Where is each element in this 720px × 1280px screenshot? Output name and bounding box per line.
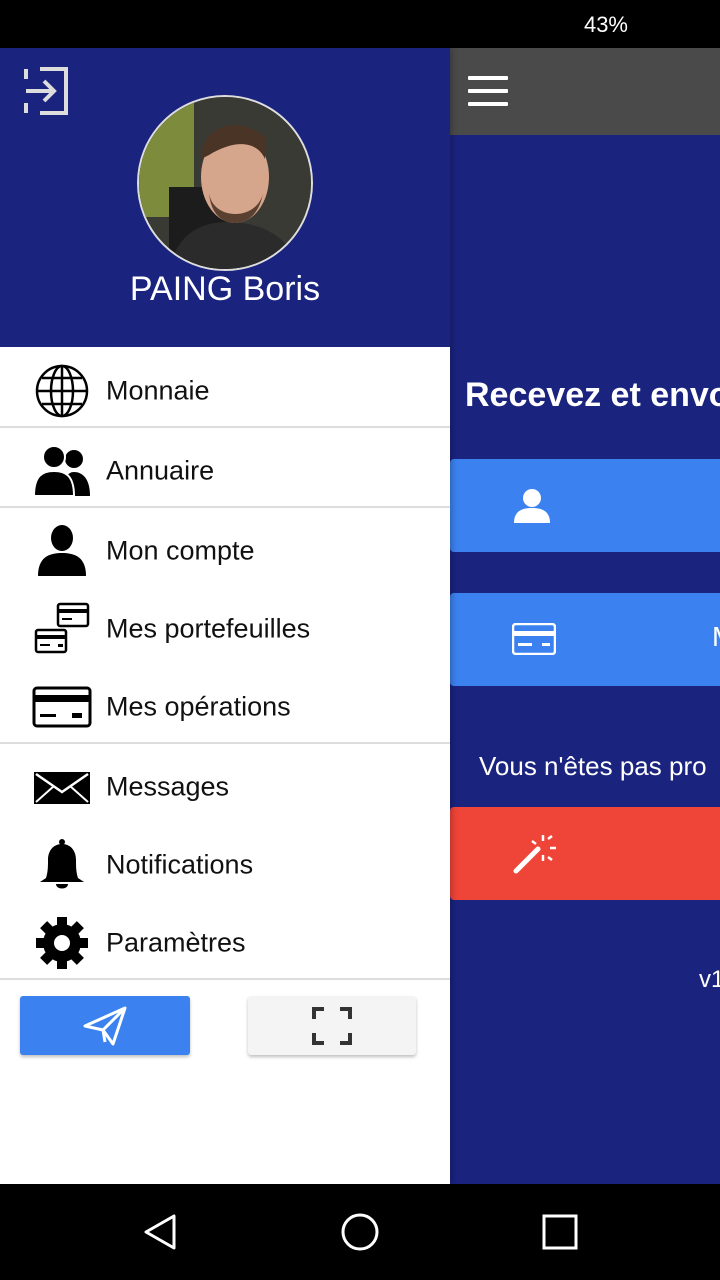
user-icon [514,489,550,523]
drawer-header: PAING Boris [0,48,450,347]
back-icon[interactable] [140,1212,180,1252]
system-navigation-bar [0,1184,720,1280]
become-pro-button[interactable] [450,807,720,900]
send-icon [83,1006,127,1045]
gear-icon [36,917,88,969]
menu-item-annuaire[interactable]: Annuaire [0,432,450,510]
hamburger-menu-icon[interactable] [468,76,508,106]
globe-icon [35,364,89,418]
account-action-button[interactable] [450,459,720,552]
battery-level: 43% [583,12,628,37]
navigation-drawer: PAING Boris Monnaie Annuaire Mon compte [0,48,450,1184]
main-content: Recevez et envo M Vous n'êtes pas pro v1 [450,48,720,1184]
not-pro-text: Vous n'êtes pas pro [479,751,707,781]
menu-divider [0,978,450,980]
recent-apps-icon[interactable] [540,1212,580,1252]
menu-item-monnaie[interactable]: Monnaie [0,352,450,430]
logout-icon[interactable] [20,65,72,117]
menu-item-mes-portefeuilles[interactable]: Mes portefeuilles [0,590,450,668]
bell-icon [40,839,84,889]
status-bar: 43% [0,0,720,48]
menu-item-label: Messages [106,771,230,802]
menu-item-label: Mon compte [106,535,255,566]
menu-item-label: Mes portefeuilles [106,613,311,644]
app-version: v1 [699,966,720,993]
menu-divider [0,506,450,508]
magic-wand-icon [513,835,556,874]
menu-item-messages[interactable]: Messages [0,748,450,826]
scan-button[interactable] [248,996,416,1055]
users-icon [32,445,90,497]
wallet-action-label: M [712,621,720,653]
credit-card-icon [32,686,92,728]
menu-divider [0,742,450,744]
scan-icon [312,1006,352,1045]
wallets-icon [34,602,90,654]
menu-item-label: Annuaire [106,455,215,486]
credit-card-icon [512,623,556,655]
app-toolbar [450,48,720,135]
user-icon [38,525,86,576]
send-button[interactable] [20,996,190,1055]
menu-item-label: Mes opérations [106,691,291,722]
main-headline: Recevez et envo [465,376,720,414]
menu-item-label: Paramètres [106,927,246,958]
avatar [137,95,313,271]
menu-item-mes-operations[interactable]: Mes opérations [0,668,450,746]
menu-item-label: Monnaie [106,375,210,406]
wallet-action-button[interactable]: M [450,593,720,686]
envelope-icon [34,772,90,804]
menu-divider [0,426,450,428]
menu-item-parametres[interactable]: Paramètres [0,904,450,982]
menu-item-label: Notifications [106,849,254,880]
user-name: PAING Boris [129,270,321,308]
home-icon[interactable] [340,1212,380,1252]
menu-item-notifications[interactable]: Notifications [0,826,450,904]
menu-item-mon-compte[interactable]: Mon compte [0,512,450,590]
